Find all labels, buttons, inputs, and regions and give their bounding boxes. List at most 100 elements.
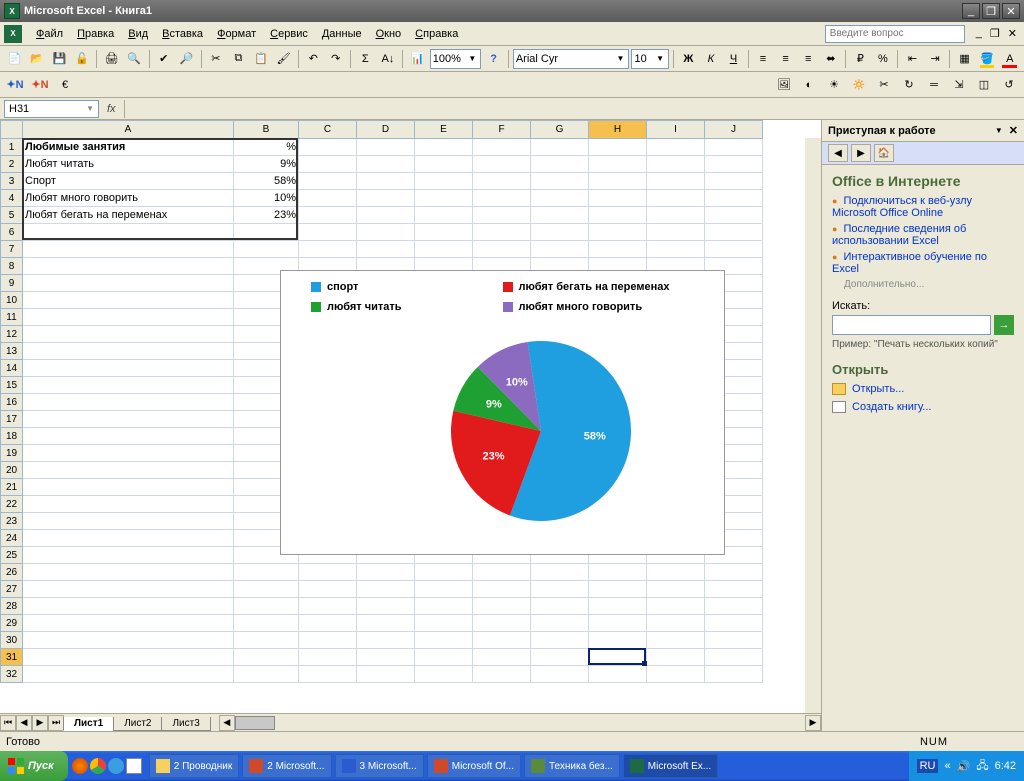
cell-A4[interactable]: Любят много говорить: [23, 190, 234, 207]
crop-icon[interactable]: ✂: [873, 74, 895, 96]
col-header-E[interactable]: E: [415, 121, 473, 139]
bold-button[interactable]: Ж: [678, 48, 699, 70]
cell-H3[interactable]: [589, 173, 647, 190]
cell-H32[interactable]: [589, 666, 647, 683]
cell-E2[interactable]: [415, 156, 473, 173]
vertical-scrollbar[interactable]: [805, 138, 821, 713]
cell-A18[interactable]: [23, 428, 234, 445]
sheet-tab-Лист2[interactable]: Лист2: [113, 717, 162, 731]
cell-A7[interactable]: [23, 241, 234, 258]
row-header-1[interactable]: 1: [1, 139, 23, 156]
cell-C4[interactable]: [299, 190, 357, 207]
cell-E28[interactable]: [415, 598, 473, 615]
cell-C32[interactable]: [299, 666, 357, 683]
taskpane-more-link[interactable]: Дополнительно...: [844, 279, 1014, 290]
row-header-30[interactable]: 30: [1, 632, 23, 649]
cell-H26[interactable]: [589, 564, 647, 581]
ie-icon[interactable]: [108, 758, 124, 774]
close-button[interactable]: ✕: [1002, 3, 1020, 19]
cell-D1[interactable]: [357, 139, 415, 156]
cell-C2[interactable]: [299, 156, 357, 173]
cell-E30[interactable]: [415, 632, 473, 649]
tab-last-icon[interactable]: ⏭: [48, 715, 64, 731]
taskpane-search-input[interactable]: [832, 315, 991, 335]
cell-G7[interactable]: [531, 241, 589, 258]
network-icon[interactable]: 🖧: [976, 757, 988, 776]
sheet-tab-Лист1[interactable]: Лист1: [63, 717, 114, 731]
row-header-8[interactable]: 8: [1, 258, 23, 275]
help-icon[interactable]: ?: [483, 48, 504, 70]
row-header-12[interactable]: 12: [1, 326, 23, 343]
font-name-combo[interactable]: Arial Cyr▼: [513, 49, 630, 69]
cell-D6[interactable]: [357, 224, 415, 241]
cell-G6[interactable]: [531, 224, 589, 241]
row-header-7[interactable]: 7: [1, 241, 23, 258]
cell-I6[interactable]: [647, 224, 705, 241]
open-link[interactable]: Открыть...: [852, 383, 904, 395]
doc-restore-button[interactable]: ❐: [987, 27, 1003, 40]
copy-icon[interactable]: ⧉: [228, 48, 249, 70]
cell-I28[interactable]: [647, 598, 705, 615]
col-header-A[interactable]: A: [23, 121, 234, 139]
cell-I29[interactable]: [647, 615, 705, 632]
cell-F5[interactable]: [473, 207, 531, 224]
cell-H31[interactable]: [589, 649, 647, 666]
cell-F7[interactable]: [473, 241, 531, 258]
zoom-combo[interactable]: 100%▼: [430, 49, 482, 69]
compress-icon[interactable]: ⇲: [948, 74, 970, 96]
cell-G30[interactable]: [531, 632, 589, 649]
spellcheck-icon[interactable]: ✔: [153, 48, 174, 70]
doc-close-button[interactable]: ✕: [1005, 27, 1020, 40]
menu-Формат[interactable]: Формат: [211, 26, 262, 42]
cell-I3[interactable]: [647, 173, 705, 190]
row-header-5[interactable]: 5: [1, 207, 23, 224]
cell-C5[interactable]: [299, 207, 357, 224]
cell-G2[interactable]: [531, 156, 589, 173]
cell-D30[interactable]: [357, 632, 415, 649]
fill-color-icon[interactable]: 🪣: [977, 48, 998, 70]
currency-icon[interactable]: ₽: [850, 48, 871, 70]
cell-A29[interactable]: [23, 615, 234, 632]
cell-J2[interactable]: [705, 156, 763, 173]
cell-F29[interactable]: [473, 615, 531, 632]
cell-F2[interactable]: [473, 156, 531, 173]
cell-B29[interactable]: [234, 615, 299, 632]
cell-E31[interactable]: [415, 649, 473, 666]
cell-E29[interactable]: [415, 615, 473, 632]
row-header-21[interactable]: 21: [1, 479, 23, 496]
minimize-button[interactable]: _: [962, 3, 980, 19]
cell-B6[interactable]: [234, 224, 299, 241]
row-header-16[interactable]: 16: [1, 394, 23, 411]
cell-E4[interactable]: [415, 190, 473, 207]
cell-F28[interactable]: [473, 598, 531, 615]
line-style-icon[interactable]: ═: [923, 74, 945, 96]
row-header-32[interactable]: 32: [1, 666, 23, 683]
underline-button[interactable]: Ч: [723, 48, 744, 70]
taskpane-home-icon[interactable]: 🏠: [874, 144, 894, 162]
cell-I27[interactable]: [647, 581, 705, 598]
cell-D3[interactable]: [357, 173, 415, 190]
sheet-tab-Лист3[interactable]: Лист3: [161, 717, 210, 731]
preview-icon[interactable]: 🔍: [124, 48, 145, 70]
cell-H28[interactable]: [589, 598, 647, 615]
cell-E1[interactable]: [415, 139, 473, 156]
cell-A20[interactable]: [23, 462, 234, 479]
cell-J6[interactable]: [705, 224, 763, 241]
xn2-icon[interactable]: ✦N: [29, 74, 51, 96]
menu-Окно[interactable]: Окно: [370, 26, 408, 42]
cell-B1[interactable]: %: [234, 139, 299, 156]
cell-F31[interactable]: [473, 649, 531, 666]
cell-J32[interactable]: [705, 666, 763, 683]
cell-I2[interactable]: [647, 156, 705, 173]
cell-E26[interactable]: [415, 564, 473, 581]
cell-J7[interactable]: [705, 241, 763, 258]
taskpane-close-icon[interactable]: ✕: [1009, 124, 1018, 137]
cell-J26[interactable]: [705, 564, 763, 581]
tab-next-icon[interactable]: ▶: [32, 715, 48, 731]
cell-F32[interactable]: [473, 666, 531, 683]
cell-G28[interactable]: [531, 598, 589, 615]
create-book-link[interactable]: Создать книгу...: [852, 401, 931, 413]
cell-D5[interactable]: [357, 207, 415, 224]
cell-A30[interactable]: [23, 632, 234, 649]
col-header-J[interactable]: J: [705, 121, 763, 139]
